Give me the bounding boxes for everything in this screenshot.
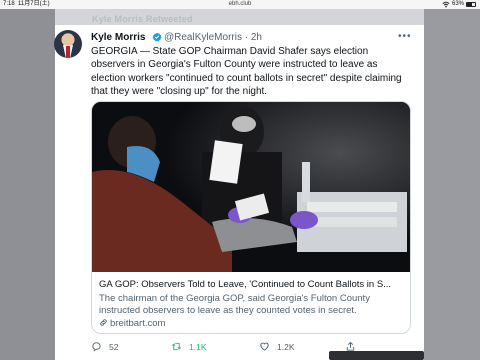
status-bar: 7:18 11月7日(土) ebh.club 63% <box>0 0 480 9</box>
card-domain-text: breitbart.com <box>110 318 166 329</box>
article-photo <box>92 102 410 272</box>
link-icon <box>100 319 107 326</box>
reply-icon <box>92 342 101 352</box>
wifi-icon <box>442 1 450 8</box>
retweeted-header: Kyle Morris Retweeted <box>92 14 193 24</box>
card-description: The chairman of the Georgia GOP, said Ge… <box>99 293 370 316</box>
left-background <box>0 9 55 360</box>
like-button[interactable]: 1.2K <box>259 341 295 352</box>
right-background <box>424 9 480 360</box>
card-domain[interactable]: breitbart.com <box>99 318 165 329</box>
heart-icon <box>260 342 269 351</box>
retweet-button[interactable]: 1.1K <box>171 341 207 352</box>
scrollbar[interactable] <box>329 351 424 360</box>
author-avatar[interactable] <box>54 30 82 58</box>
battery-level <box>467 3 473 6</box>
retweet-count: 1.1K <box>189 341 207 352</box>
author-name[interactable]: Kyle Morris <box>91 32 145 43</box>
like-count: 1.2K <box>277 341 295 352</box>
retweet-icon <box>172 342 181 351</box>
reply-count: 52 <box>109 341 119 352</box>
card-title[interactable]: GA GOP: Observers Told to Leave, 'Contin… <box>99 279 405 290</box>
verified-badge-icon <box>152 32 162 42</box>
author-handle-time[interactable]: @RealKyleMorris · 2h <box>164 32 262 43</box>
more-options-icon[interactable]: ••• <box>398 31 412 42</box>
battery-icon <box>466 2 476 7</box>
browser-url[interactable]: ebh.club <box>0 0 480 9</box>
link-preview-card[interactable]: GA GOP: Observers Told to Leave, 'Contin… <box>91 101 411 334</box>
tweet-text: GEORGIA — State GOP Chairman David Shafe… <box>91 46 402 98</box>
avatar-tie <box>66 46 70 58</box>
battery-percent: 63% <box>452 1 465 7</box>
reply-button[interactable]: 52 <box>91 341 118 352</box>
